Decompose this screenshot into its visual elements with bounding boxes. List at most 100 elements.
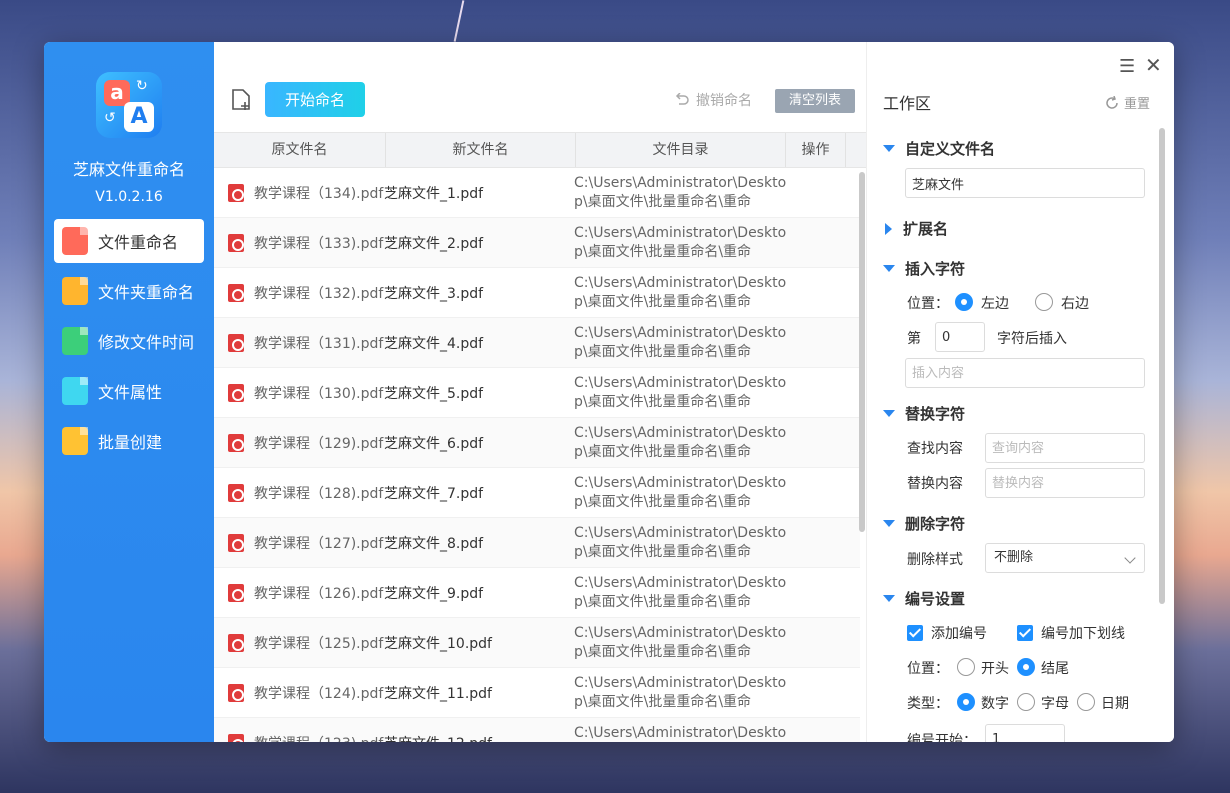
type-letter-label: 字母 (1041, 696, 1069, 712)
list-scrollbar[interactable] (859, 172, 865, 532)
custom-name-input[interactable] (905, 168, 1145, 198)
column-header-new: 新文件名 (386, 133, 576, 167)
delete-style-select[interactable]: 不删除 (985, 543, 1145, 573)
table-row[interactable]: 教学课程（134).pdf 芝麻文件_1.pdf C:\Users\Administ… (214, 168, 860, 218)
number-start-radio[interactable] (957, 658, 975, 676)
table-row[interactable]: 教学课程（133).pdf 芝麻文件_2.pdf C:\Users\Administ… (214, 218, 860, 268)
sidebar-item-label: 修改文件时间 (98, 333, 195, 352)
original-filename: 教学课程（127).pdf (254, 535, 384, 552)
number-position-label: 位置： (907, 661, 949, 677)
section-custom-name[interactable]: 自定义文件名 (883, 138, 995, 159)
pdf-file-icon (228, 183, 244, 202)
number-start-from-label: 编号开始： (907, 733, 977, 742)
original-filename: 教学课程（124).pdf (254, 685, 384, 702)
add-file-icon[interactable] (230, 88, 252, 112)
insert-index-input[interactable] (935, 322, 985, 352)
file-directory: C:\Users\Administrator\Desktop\桌面文件\批量重命… (574, 274, 787, 310)
sidebar-item-file-rename[interactable]: 文件重命名 (54, 219, 204, 263)
number-start-from-input[interactable] (985, 724, 1065, 742)
file-list-panel: 开始命名 撤销命名 清空列表 原文件名 新文件名 文件目录 操作 教学课程（13… (214, 42, 866, 742)
delete-style-label: 删除样式 (907, 552, 963, 568)
clear-list-button[interactable]: 清空列表 (775, 89, 855, 113)
menu-icon[interactable]: ☰ (1119, 56, 1135, 77)
original-filename: 教学课程（123).pdf (254, 733, 384, 743)
close-icon[interactable]: ✕ (1145, 53, 1162, 77)
section-replace[interactable]: 替换字符 (883, 403, 965, 424)
app-logo-icon: aA ↻ ↺ (96, 72, 162, 138)
table-row[interactable]: 教学课程（127).pdf 芝麻文件_8.pdf C:\Users\Administ… (214, 518, 860, 568)
sidebar-item-label: 文件属性 (98, 383, 163, 402)
insert-right-radio[interactable] (1035, 293, 1053, 311)
table-row[interactable]: 教学课程（131).pdf 芝麻文件_4.pdf C:\Users\Administ… (214, 318, 860, 368)
folder-rename-icon (62, 277, 88, 305)
background-line (453, 0, 465, 42)
sidebar-item-edit-time[interactable]: 修改文件时间 (54, 319, 204, 363)
table-row[interactable]: 教学课程（126).pdf 芝麻文件_9.pdf C:\Users\Administ… (214, 568, 860, 618)
file-directory: C:\Users\Administrator\Desktop\桌面文件\批量重命… (574, 324, 787, 360)
find-input[interactable] (985, 433, 1145, 463)
sidebar-item-file-attr[interactable]: 文件属性 (54, 369, 204, 413)
insert-left-radio[interactable] (955, 293, 973, 311)
sidebar-item-label: 文件重命名 (98, 233, 179, 252)
file-rename-icon (62, 227, 88, 255)
section-title: 删除字符 (905, 515, 966, 533)
section-extension[interactable]: 扩展名 (883, 218, 948, 239)
number-end-radio[interactable] (1017, 658, 1035, 676)
start-rename-button[interactable]: 开始命名 (265, 82, 365, 117)
pdf-file-icon (228, 633, 244, 652)
table-row[interactable]: 教学课程（132).pdf 芝麻文件_3.pdf C:\Users\Administ… (214, 268, 860, 318)
section-numbering[interactable]: 编号设置 (883, 588, 965, 609)
table-row[interactable]: 教学课程（125).pdf 芝麻文件_10.pdf C:\Users\Adminis… (214, 618, 860, 668)
app-title: 芝麻文件重命名 (72, 160, 185, 179)
replace-input[interactable] (985, 468, 1145, 498)
original-filename: 教学课程（133).pdf (254, 235, 384, 252)
table-row[interactable]: 教学课程（128).pdf 芝麻文件_7.pdf C:\Users\Administ… (214, 468, 860, 518)
collapse-arrow-icon (883, 265, 895, 272)
section-title: 编号设置 (905, 590, 966, 608)
batch-create-icon (62, 427, 88, 455)
collapse-arrow-icon (883, 595, 895, 602)
sidebar-item-folder-rename[interactable]: 文件夹重命名 (54, 269, 204, 313)
file-attr-icon (62, 377, 88, 405)
collapse-arrow-icon (883, 145, 895, 152)
number-underline-checkbox[interactable] (1017, 625, 1033, 641)
reset-button[interactable]: 重置 (1105, 93, 1150, 112)
add-number-checkbox[interactable] (907, 625, 923, 641)
section-title: 自定义文件名 (905, 140, 996, 158)
collapse-arrow-icon (883, 410, 895, 417)
file-table-body: 教学课程（134).pdf 芝麻文件_1.pdf C:\Users\Administ… (214, 168, 860, 742)
insert-content-input[interactable] (905, 358, 1145, 388)
sidebar-item-batch-create[interactable]: 批量创建 (54, 419, 204, 463)
file-directory: C:\Users\Administrator\Desktop\桌面文件\批量重命… (574, 374, 787, 410)
pdf-file-icon (228, 383, 244, 402)
insert-left-label: 左边 (981, 296, 1009, 312)
section-delete[interactable]: 删除字符 (883, 513, 965, 534)
undo-label: 撤销命名 (696, 93, 752, 109)
table-header: 原文件名 新文件名 文件目录 操作 (214, 132, 866, 168)
section-insert[interactable]: 插入字符 (883, 258, 965, 279)
table-row[interactable]: 教学课程（130).pdf 芝麻文件_5.pdf C:\Users\Administ… (214, 368, 860, 418)
workspace-scrollbar[interactable] (1159, 128, 1165, 604)
sidebar-item-label: 文件夹重命名 (98, 283, 195, 302)
pdf-file-icon (228, 683, 244, 702)
undo-icon (675, 93, 689, 105)
new-filename: 芝麻文件_5.pdf (384, 385, 484, 402)
file-directory: C:\Users\Administrator\Desktop\桌面文件\批量重命… (574, 674, 787, 710)
pdf-file-icon (228, 433, 244, 452)
find-label: 查找内容 (907, 441, 963, 457)
edit-time-icon (62, 327, 88, 355)
new-filename: 芝麻文件_8.pdf (384, 535, 484, 552)
undo-rename-button[interactable]: 撤销命名 (674, 90, 752, 110)
table-row[interactable]: 教学课程（123).pdf芝麻文件_12.pdfC:\Users\Adminis… (214, 718, 860, 742)
type-date-radio[interactable] (1077, 693, 1095, 711)
new-filename: 芝麻文件_2.pdf (384, 235, 484, 252)
original-filename: 教学课程（130).pdf (254, 385, 384, 402)
table-row[interactable]: 教学课程（129).pdf 芝麻文件_6.pdf C:\Users\Administ… (214, 418, 860, 468)
type-date-label: 日期 (1101, 696, 1129, 712)
table-row[interactable]: 教学课程（124).pdf 芝麻文件_11.pdf C:\Users\Adminis… (214, 668, 860, 718)
type-number-radio[interactable] (957, 693, 975, 711)
original-filename: 教学课程（132).pdf (254, 285, 384, 302)
type-letter-radio[interactable] (1017, 693, 1035, 711)
expand-arrow-icon (885, 222, 892, 235)
new-filename: 芝麻文件_3.pdf (384, 285, 484, 302)
